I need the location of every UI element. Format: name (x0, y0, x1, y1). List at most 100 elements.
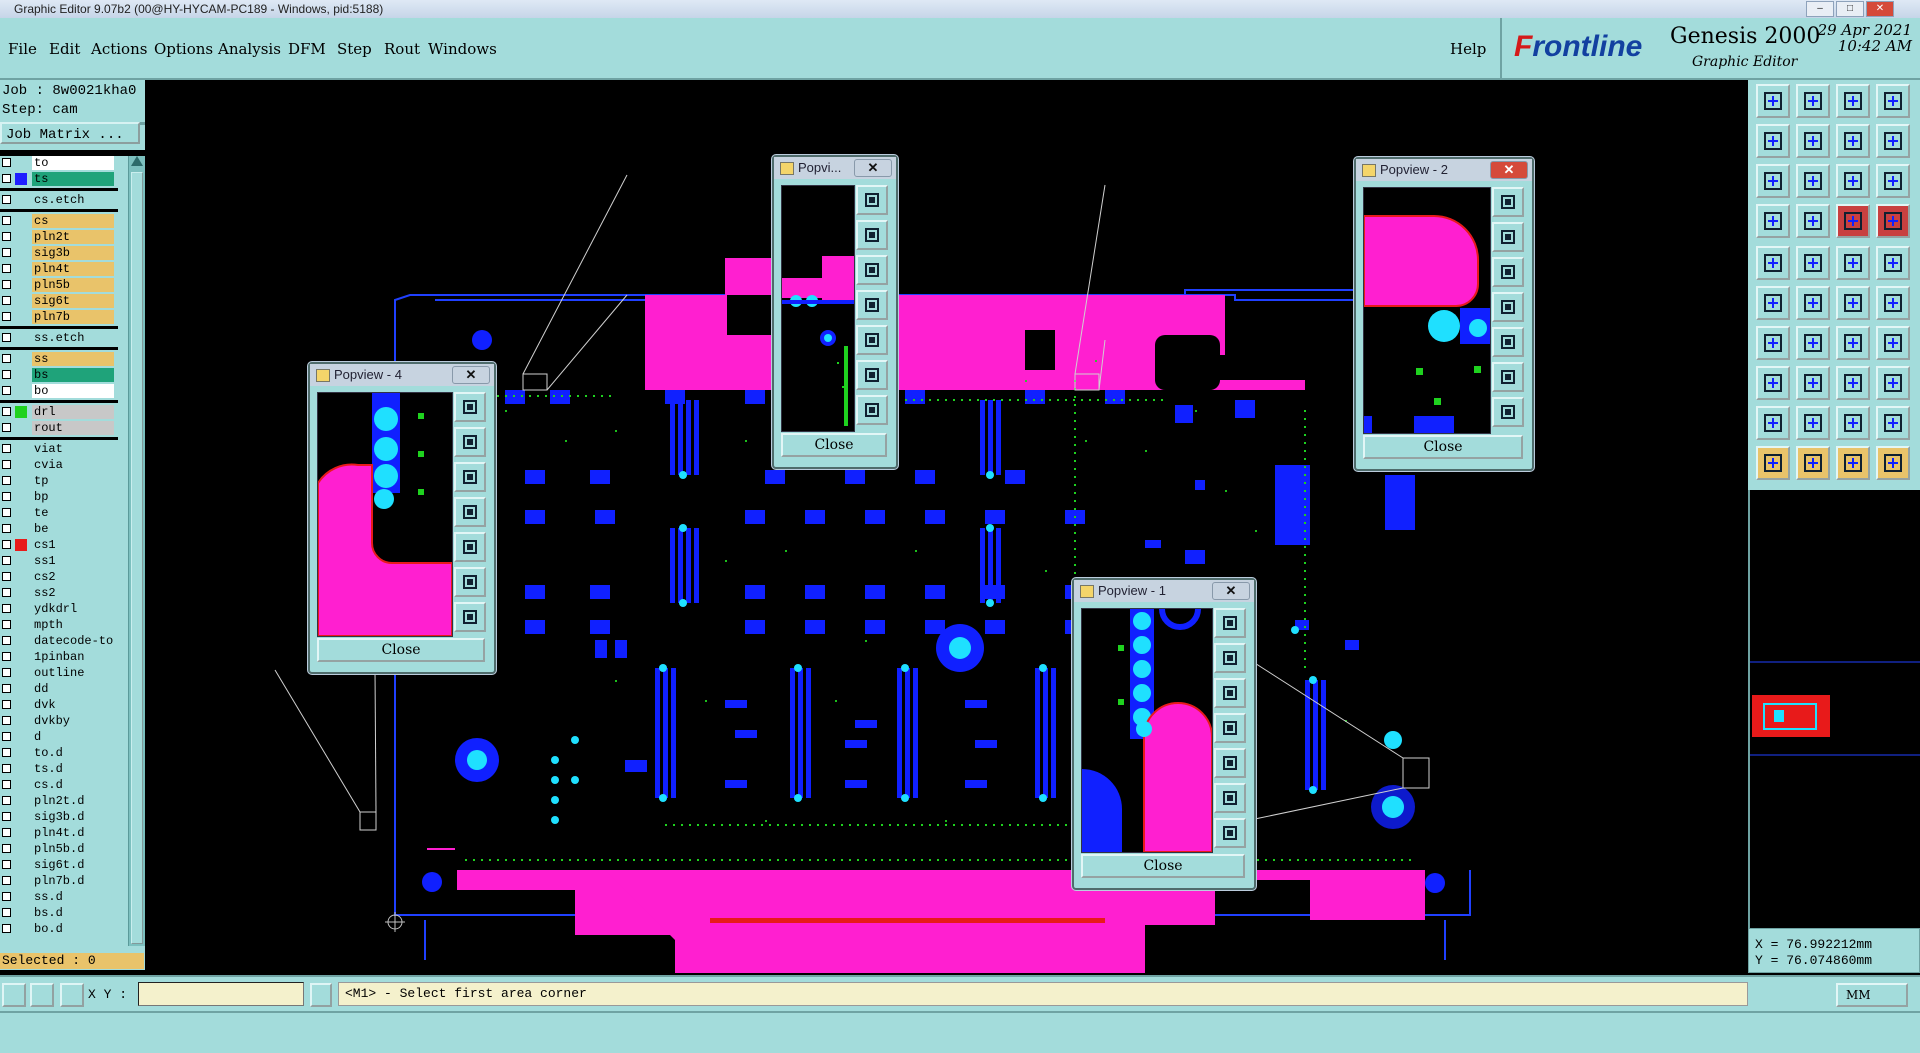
scroll-up-icon[interactable] (131, 156, 143, 166)
layer-name[interactable]: pln4t (32, 262, 114, 276)
move-icon[interactable] (1836, 286, 1870, 320)
layer-checkbox[interactable] (2, 620, 11, 629)
layer-row-cs.d[interactable]: cs.d (0, 778, 118, 792)
layer-color-swatch[interactable] (15, 443, 27, 455)
layer-color-swatch[interactable] (15, 353, 27, 365)
layer-name[interactable]: to (32, 156, 114, 170)
arc-icon[interactable] (1836, 326, 1870, 360)
popview-2-view[interactable] (1363, 187, 1491, 434)
help-icon[interactable] (1876, 164, 1910, 198)
zoom-in-icon[interactable] (454, 427, 486, 457)
layer-checkbox[interactable] (2, 924, 11, 933)
zoom-fit-icon[interactable] (1756, 164, 1790, 198)
center-icon[interactable] (856, 395, 888, 425)
layer-color-swatch[interactable] (15, 859, 27, 871)
layer-color-swatch[interactable] (15, 311, 27, 323)
fit-icon[interactable] (1492, 362, 1524, 392)
layer-row-1pinban[interactable]: 1pinban (0, 650, 118, 664)
popview-3-titlebar[interactable]: Popvi... ✕ (774, 157, 896, 179)
layer-name[interactable]: bs (32, 368, 114, 382)
layer-name[interactable]: pln7b (32, 310, 114, 324)
close-button[interactable]: ✕ (1866, 1, 1894, 17)
layer-name[interactable]: mpth (32, 618, 114, 632)
copy-icon[interactable] (1876, 286, 1910, 320)
layer-row-dd[interactable]: dd (0, 682, 118, 696)
layer-name[interactable]: tp (32, 474, 114, 488)
layer-checkbox[interactable] (2, 370, 11, 379)
layer-name[interactable]: ts.d (32, 762, 114, 776)
layer-name[interactable]: to.d (32, 746, 114, 760)
layer-color-swatch[interactable] (15, 651, 27, 663)
layer-name[interactable]: cs (32, 214, 114, 228)
layer-color-swatch[interactable] (15, 247, 27, 259)
layer-color-swatch[interactable] (15, 385, 27, 397)
layer-color-swatch[interactable] (15, 295, 27, 307)
select-mode-icon[interactable] (2, 983, 26, 1007)
popview-1-titlebar[interactable]: Popview - 1 ✕ (1074, 580, 1254, 602)
layer-checkbox[interactable] (2, 572, 11, 581)
layer-checkbox[interactable] (2, 684, 11, 693)
layer-color-swatch[interactable] (15, 843, 27, 855)
layer-name[interactable]: pln2t (32, 230, 114, 244)
layer-row-pln7b[interactable]: pln7b (0, 310, 118, 324)
layer-color-swatch[interactable] (15, 811, 27, 823)
layer-row-outline[interactable]: outline (0, 666, 118, 680)
maximize-button[interactable]: □ (1836, 1, 1864, 17)
layer-checkbox[interactable] (2, 812, 11, 821)
layer-name[interactable]: bp (32, 490, 114, 504)
layer-row-ss1[interactable]: ss1 (0, 554, 118, 568)
menu-dfm[interactable]: DFM (288, 40, 326, 58)
zoom-home-icon[interactable] (1214, 608, 1246, 638)
job-matrix-button[interactable]: Job Matrix ... (0, 122, 140, 144)
layer-checkbox[interactable] (2, 604, 11, 613)
layer-name[interactable]: ss.etch (32, 331, 114, 345)
layer-name[interactable]: bs.d (32, 906, 114, 920)
fit-icon[interactable] (1214, 783, 1246, 813)
layer-row-ts.d[interactable]: ts.d (0, 762, 118, 776)
layer-row-ts[interactable]: ts (0, 172, 118, 186)
layer-row-tp[interactable]: tp (0, 474, 118, 488)
layer-checkbox[interactable] (2, 492, 11, 501)
layer-name[interactable]: sig3b (32, 246, 114, 260)
layer-color-swatch[interactable] (15, 459, 27, 471)
layer-color-swatch[interactable] (15, 603, 27, 615)
popview-3-view[interactable] (781, 185, 855, 432)
layer-row-cs.etch[interactable]: cs.etch (0, 193, 118, 207)
layer-color-swatch[interactable] (15, 907, 27, 919)
scroll-thumb[interactable] (131, 172, 143, 944)
pan-right-icon[interactable] (454, 532, 486, 562)
layer-name[interactable]: ss2 (32, 586, 114, 600)
popview-1-window[interactable]: Popview - 1 ✕ Close (1072, 578, 1256, 890)
minimize-button[interactable]: – (1806, 1, 1834, 17)
layer-color-swatch[interactable] (15, 491, 27, 503)
zoom-out-icon[interactable] (454, 462, 486, 492)
layer-row-be[interactable]: be (0, 522, 118, 536)
layer-row-dvkby[interactable]: dvkby (0, 714, 118, 728)
popview-1-close-button[interactable]: Close (1081, 854, 1245, 878)
layer-color-swatch[interactable] (15, 555, 27, 567)
center-icon[interactable] (1492, 397, 1524, 427)
zoom-home-icon[interactable] (454, 392, 486, 422)
angle-icon[interactable] (1756, 326, 1790, 360)
flip-icon[interactable] (1876, 326, 1910, 360)
pointer3-icon[interactable] (1836, 446, 1870, 480)
menu-rout[interactable]: Rout (384, 40, 420, 58)
layer-row-pln7b.d[interactable]: pln7b.d (0, 874, 118, 888)
layer-name[interactable]: cvia (32, 458, 114, 472)
layer-row-bo.d[interactable]: bo.d (0, 922, 118, 936)
layer-color-swatch[interactable] (15, 157, 27, 169)
overview-map[interactable] (1750, 490, 1920, 928)
layer-checkbox[interactable] (2, 796, 11, 805)
triangle2-icon[interactable] (1796, 406, 1830, 440)
layer-row-sig3b[interactable]: sig3b (0, 246, 118, 260)
layer-row-drl[interactable]: drl (0, 405, 118, 419)
layer-checkbox[interactable] (2, 732, 11, 741)
pan-left-icon[interactable] (1492, 292, 1524, 322)
layer-name[interactable]: ss.d (32, 890, 114, 904)
info-icon[interactable] (310, 983, 332, 1007)
snap-point-icon[interactable] (1756, 366, 1790, 400)
layer-color-swatch[interactable] (15, 173, 27, 185)
layer-color-swatch[interactable] (15, 194, 27, 206)
layer-checkbox[interactable] (2, 296, 11, 305)
pointer2-icon[interactable] (1796, 446, 1830, 480)
